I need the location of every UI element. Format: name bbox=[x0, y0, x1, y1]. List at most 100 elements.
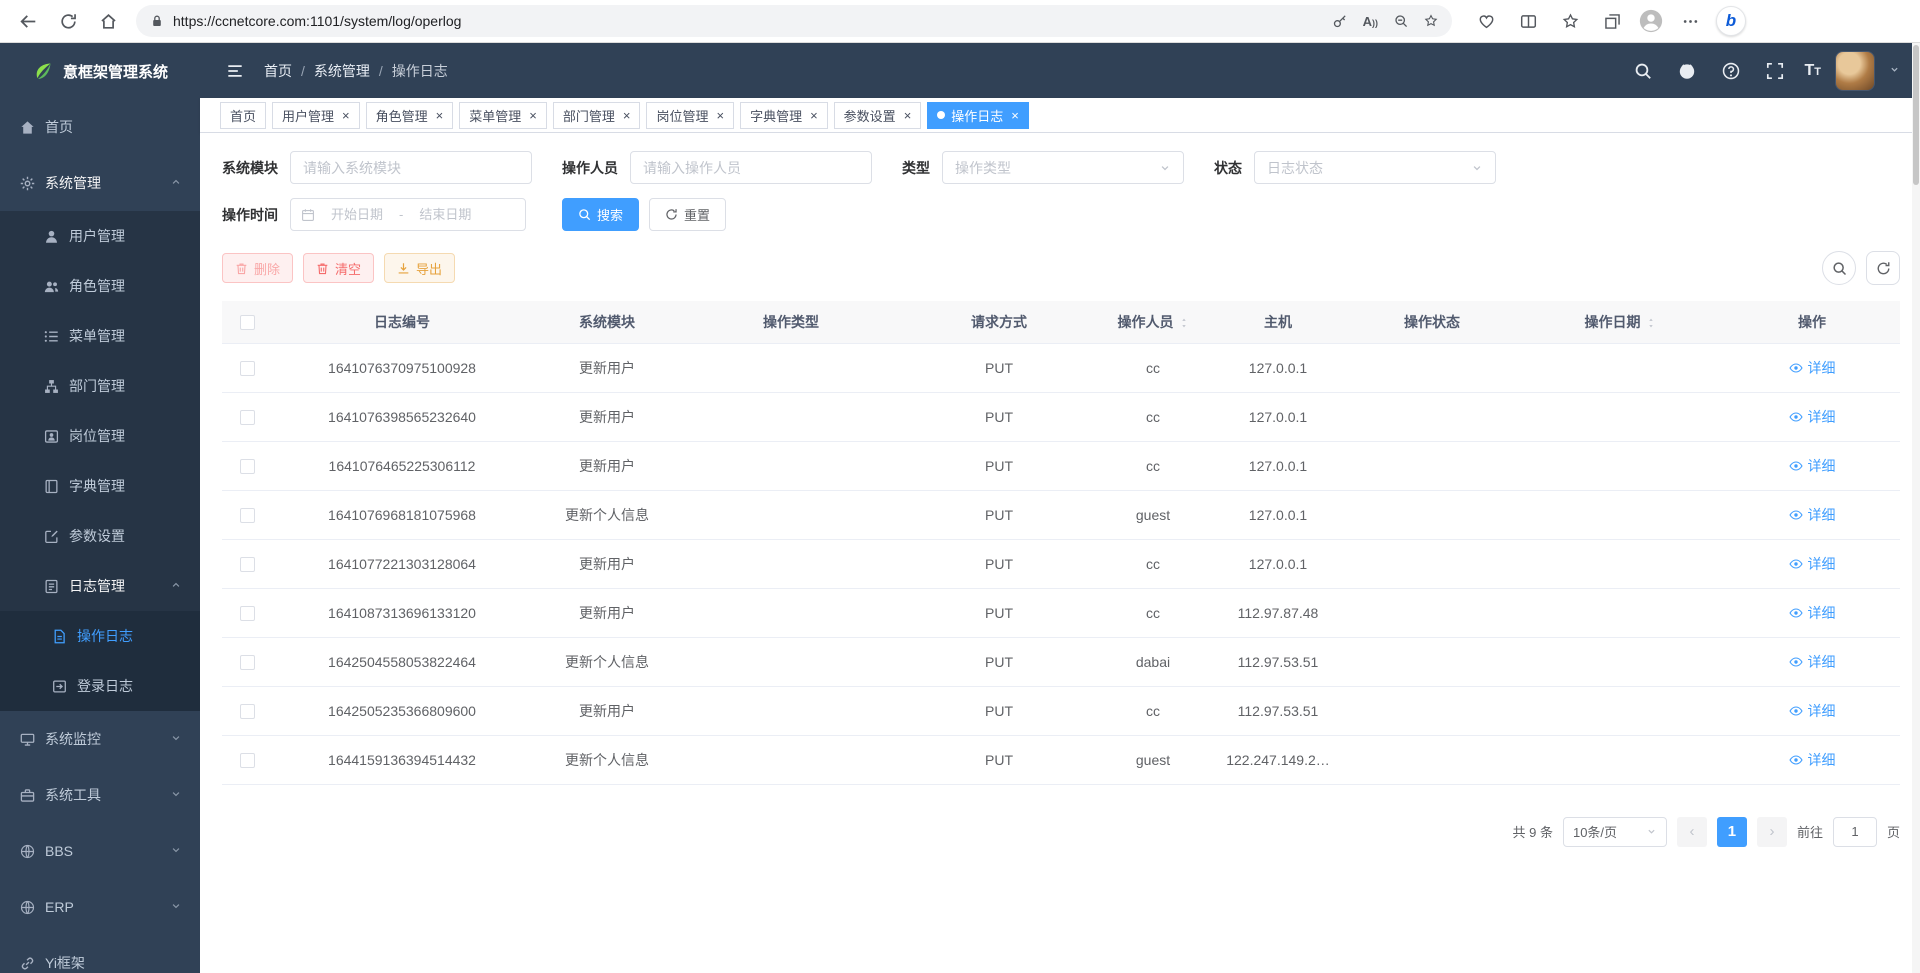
reload-icon[interactable] bbox=[50, 4, 86, 38]
sidebar-item-6[interactable]: 岗位管理 bbox=[0, 411, 200, 461]
tab-7[interactable]: 参数设置× bbox=[834, 102, 922, 129]
font-size-icon[interactable]: TT bbox=[1804, 62, 1821, 80]
sidebar-item-13[interactable]: 系统工具 bbox=[0, 767, 200, 823]
operator-input[interactable] bbox=[630, 151, 872, 184]
search-button[interactable]: 搜索 bbox=[562, 198, 639, 231]
sidebar-item-16[interactable]: Yi框架 bbox=[0, 935, 200, 973]
close-icon[interactable]: × bbox=[623, 109, 631, 122]
column-header[interactable]: 操作日期 bbox=[1516, 301, 1724, 343]
bing-icon[interactable]: b bbox=[1716, 6, 1746, 36]
detail-link[interactable]: 详细 bbox=[1789, 603, 1836, 623]
select-all-checkbox[interactable] bbox=[240, 315, 255, 330]
close-icon[interactable]: × bbox=[716, 109, 724, 122]
row-checkbox[interactable] bbox=[240, 655, 255, 670]
close-icon[interactable]: × bbox=[1011, 109, 1019, 122]
prev-page-button[interactable]: ‹ bbox=[1677, 817, 1707, 847]
scrollbar-thumb[interactable] bbox=[1913, 45, 1919, 185]
search-icon[interactable] bbox=[1628, 56, 1658, 86]
detail-link[interactable]: 详细 bbox=[1789, 358, 1836, 378]
split-screen-icon[interactable] bbox=[1512, 4, 1544, 38]
back-icon[interactable] bbox=[10, 4, 46, 38]
close-icon[interactable]: × bbox=[342, 109, 350, 122]
sidebar-item-1[interactable]: 系统管理 bbox=[0, 155, 200, 211]
sidebar-item-2[interactable]: 用户管理 bbox=[0, 211, 200, 261]
detail-link[interactable]: 详细 bbox=[1789, 407, 1836, 427]
row-checkbox[interactable] bbox=[240, 557, 255, 572]
row-checkbox[interactable] bbox=[240, 410, 255, 425]
sidebar-item-12[interactable]: 系统监控 bbox=[0, 711, 200, 767]
row-checkbox[interactable] bbox=[240, 606, 255, 621]
sidebar-item-3[interactable]: 角色管理 bbox=[0, 261, 200, 311]
password-key-icon[interactable] bbox=[1333, 14, 1347, 28]
detail-link[interactable]: 详细 bbox=[1789, 554, 1836, 574]
tab-4[interactable]: 部门管理× bbox=[553, 102, 641, 129]
tab-5[interactable]: 岗位管理× bbox=[646, 102, 734, 129]
user-avatar[interactable] bbox=[1835, 51, 1875, 91]
sidebar-item-14[interactable]: BBS bbox=[0, 823, 200, 879]
breadcrumb-item-system[interactable]: 系统管理 bbox=[314, 61, 370, 81]
page-size-select[interactable]: 10条/页 bbox=[1563, 817, 1667, 847]
close-icon[interactable]: × bbox=[529, 109, 537, 122]
reset-button[interactable]: 重置 bbox=[649, 198, 726, 231]
close-icon[interactable]: × bbox=[904, 109, 912, 122]
sidebar-item-10[interactable]: 操作日志 bbox=[0, 611, 200, 661]
column-header[interactable]: 操作人员 bbox=[1098, 301, 1208, 343]
row-checkbox[interactable] bbox=[240, 753, 255, 768]
tab-2[interactable]: 角色管理× bbox=[366, 102, 454, 129]
delete-button[interactable]: 删除 bbox=[222, 253, 293, 283]
sidebar-item-8[interactable]: 参数设置 bbox=[0, 511, 200, 561]
detail-link[interactable]: 详细 bbox=[1789, 750, 1836, 770]
sort-icon[interactable] bbox=[1646, 318, 1656, 328]
sort-icon[interactable] bbox=[1179, 318, 1189, 328]
favorites-icon[interactable] bbox=[1554, 4, 1586, 38]
row-checkbox[interactable] bbox=[240, 459, 255, 474]
start-date-input[interactable] bbox=[321, 207, 393, 222]
close-icon[interactable]: × bbox=[810, 109, 818, 122]
refresh-table-button[interactable] bbox=[1866, 251, 1900, 285]
hamburger-icon[interactable] bbox=[220, 56, 250, 86]
collections-icon[interactable] bbox=[1596, 4, 1628, 38]
browser-profile-avatar[interactable] bbox=[1638, 8, 1664, 34]
tab-0[interactable]: 首页 bbox=[220, 102, 266, 129]
clear-button[interactable]: 清空 bbox=[303, 253, 374, 283]
zoom-out-icon[interactable] bbox=[1394, 14, 1408, 28]
more-icon[interactable] bbox=[1674, 4, 1706, 38]
detail-link[interactable]: 详细 bbox=[1789, 701, 1836, 721]
add-favorite-icon[interactable] bbox=[1424, 14, 1438, 28]
tab-6[interactable]: 字典管理× bbox=[740, 102, 828, 129]
row-checkbox[interactable] bbox=[240, 361, 255, 376]
sidebar-item-7[interactable]: 字典管理 bbox=[0, 461, 200, 511]
tab-1[interactable]: 用户管理× bbox=[272, 102, 360, 129]
sidebar-item-9[interactable]: 日志管理 bbox=[0, 561, 200, 611]
date-range-picker[interactable]: - bbox=[290, 198, 526, 231]
page-scrollbar[interactable] bbox=[1912, 43, 1920, 973]
export-button[interactable]: 导出 bbox=[384, 253, 455, 283]
goto-page-input[interactable] bbox=[1833, 817, 1877, 847]
sidebar-item-4[interactable]: 菜单管理 bbox=[0, 311, 200, 361]
github-icon[interactable] bbox=[1672, 56, 1702, 86]
browser-essentials-icon[interactable] bbox=[1470, 4, 1502, 38]
browser-home-icon[interactable] bbox=[90, 4, 126, 38]
tab-3[interactable]: 菜单管理× bbox=[459, 102, 547, 129]
row-checkbox[interactable] bbox=[240, 704, 255, 719]
row-checkbox[interactable] bbox=[240, 508, 255, 523]
detail-link[interactable]: 详细 bbox=[1789, 456, 1836, 476]
sidebar-item-5[interactable]: 部门管理 bbox=[0, 361, 200, 411]
end-date-input[interactable] bbox=[409, 207, 481, 222]
read-aloud-icon[interactable]: A)) bbox=[1363, 14, 1378, 29]
page-number-button[interactable]: 1 bbox=[1717, 817, 1747, 847]
close-icon[interactable]: × bbox=[436, 109, 444, 122]
sidebar-item-15[interactable]: ERP bbox=[0, 879, 200, 935]
toggle-search-button[interactable] bbox=[1822, 251, 1856, 285]
next-page-button[interactable]: › bbox=[1757, 817, 1787, 847]
address-bar[interactable]: https://ccnetcore.com:1101/system/log/op… bbox=[136, 5, 1452, 37]
breadcrumb-item-home[interactable]: 首页 bbox=[264, 61, 292, 81]
fullscreen-icon[interactable] bbox=[1760, 56, 1790, 86]
detail-link[interactable]: 详细 bbox=[1789, 652, 1836, 672]
status-select[interactable]: 日志状态 bbox=[1254, 151, 1496, 184]
sidebar-item-11[interactable]: 登录日志 bbox=[0, 661, 200, 711]
sidebar-item-0[interactable]: 首页 bbox=[0, 99, 200, 155]
module-input[interactable] bbox=[290, 151, 532, 184]
help-icon[interactable] bbox=[1716, 56, 1746, 86]
detail-link[interactable]: 详细 bbox=[1789, 505, 1836, 525]
